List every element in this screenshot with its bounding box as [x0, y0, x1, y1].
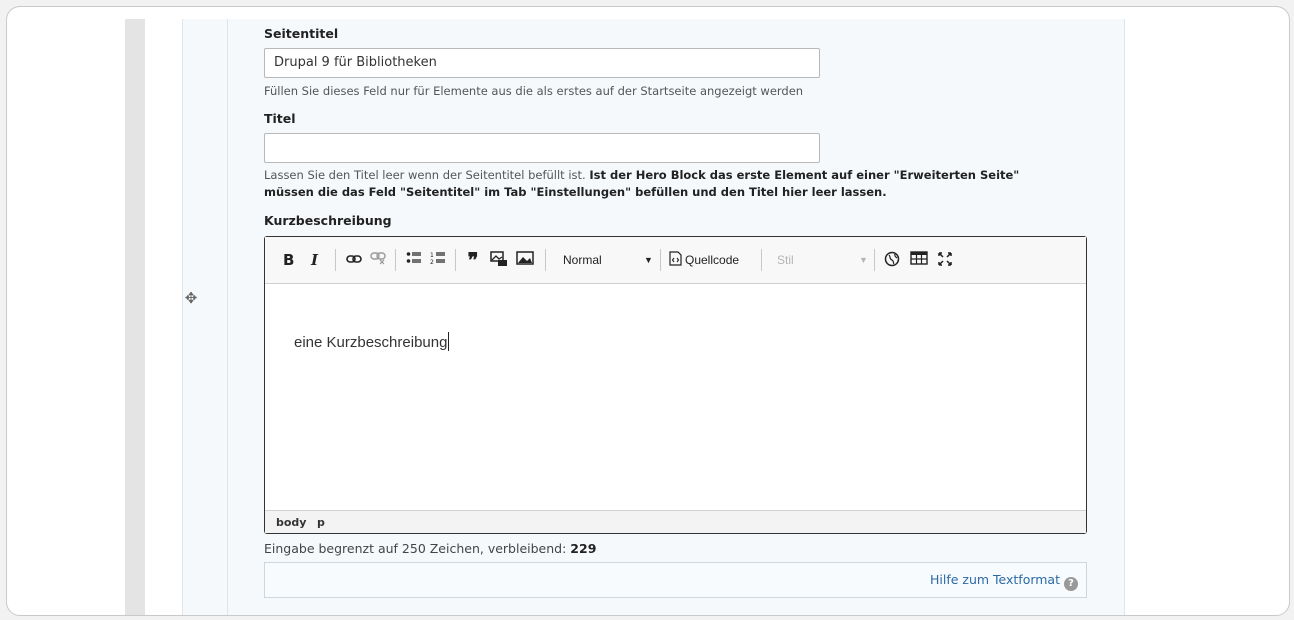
- path-p[interactable]: p: [317, 516, 325, 529]
- source-button[interactable]: Quellcode: [685, 253, 739, 267]
- limit-text: Eingabe begrenzt auf 250 Zeichen, verble…: [264, 541, 571, 556]
- svg-text:2: 2: [430, 259, 434, 265]
- image-icon[interactable]: [515, 251, 535, 269]
- left-gutter: [125, 19, 145, 615]
- titel-help-bold-2: müssen die das Feld "Seitentitel" im Tab…: [264, 185, 887, 199]
- link-icon[interactable]: [345, 251, 363, 269]
- maximize-icon[interactable]: [935, 251, 955, 269]
- format-help-link[interactable]: Hilfe zum Textformat?: [930, 572, 1078, 591]
- style-select[interactable]: Stil: [777, 253, 794, 267]
- bulleted-list-icon[interactable]: [405, 251, 423, 269]
- unlink-icon[interactable]: [369, 251, 387, 269]
- text-format-box: Hilfe zum Textformat?: [264, 562, 1087, 598]
- italic-button[interactable]: I: [311, 251, 318, 269]
- browser-frame: ✥ Seitentitel Drupal 9 für Bibliotheken …: [6, 6, 1290, 616]
- blockquote-icon[interactable]: ❞: [463, 250, 483, 270]
- numbered-list-icon[interactable]: 12: [429, 251, 447, 269]
- titel-help-bold-1: Ist der Hero Block das erste Element auf…: [589, 168, 1020, 182]
- seitentitel-label: Seitentitel: [264, 26, 339, 41]
- format-select[interactable]: Normal: [563, 253, 602, 267]
- source-icon[interactable]: [668, 251, 682, 269]
- text-caret: [448, 332, 450, 351]
- character-limit: Eingabe begrenzt auf 250 Zeichen, verble…: [264, 541, 596, 556]
- editor-content[interactable]: eine Kurzbeschreibung: [294, 332, 450, 351]
- format-help-label[interactable]: Hilfe zum Textformat: [930, 572, 1060, 587]
- element-path-bar: body p: [265, 510, 1086, 533]
- drag-handle-icon[interactable]: ✥: [183, 290, 199, 306]
- language-icon[interactable]: [883, 251, 901, 269]
- kurzbeschreibung-label: Kurzbeschreibung: [264, 213, 392, 228]
- titel-help: Lassen Sie den Titel leer wenn der Seite…: [264, 167, 1019, 201]
- style-dropdown-icon: ▼: [859, 255, 868, 265]
- seitentitel-help: Füllen Sie dieses Feld nur für Elemente …: [264, 84, 804, 98]
- seitentitel-input[interactable]: Drupal 9 für Bibliotheken: [264, 48, 820, 78]
- titel-label: Titel: [264, 111, 296, 126]
- bold-button[interactable]: B: [283, 251, 294, 269]
- svg-text:1: 1: [430, 252, 434, 259]
- path-body[interactable]: body: [276, 516, 306, 529]
- titel-help-plain: Lassen Sie den Titel leer wenn der Seite…: [264, 168, 586, 182]
- editor-toolbar: B I 12 ❞ Normal ▼ Quellcode Stil ▼: [265, 237, 1086, 284]
- table-icon[interactable]: [909, 251, 929, 269]
- titel-input[interactable]: [264, 133, 820, 163]
- media-embed-icon[interactable]: [489, 251, 509, 269]
- format-dropdown-icon[interactable]: ▼: [644, 255, 653, 265]
- rich-text-editor[interactable]: B I 12 ❞ Normal ▼ Quellcode Stil ▼ eine …: [264, 236, 1087, 534]
- limit-remaining: 229: [570, 541, 597, 556]
- editor-text: eine Kurzbeschreibung: [294, 334, 448, 351]
- help-icon[interactable]: ?: [1064, 577, 1078, 591]
